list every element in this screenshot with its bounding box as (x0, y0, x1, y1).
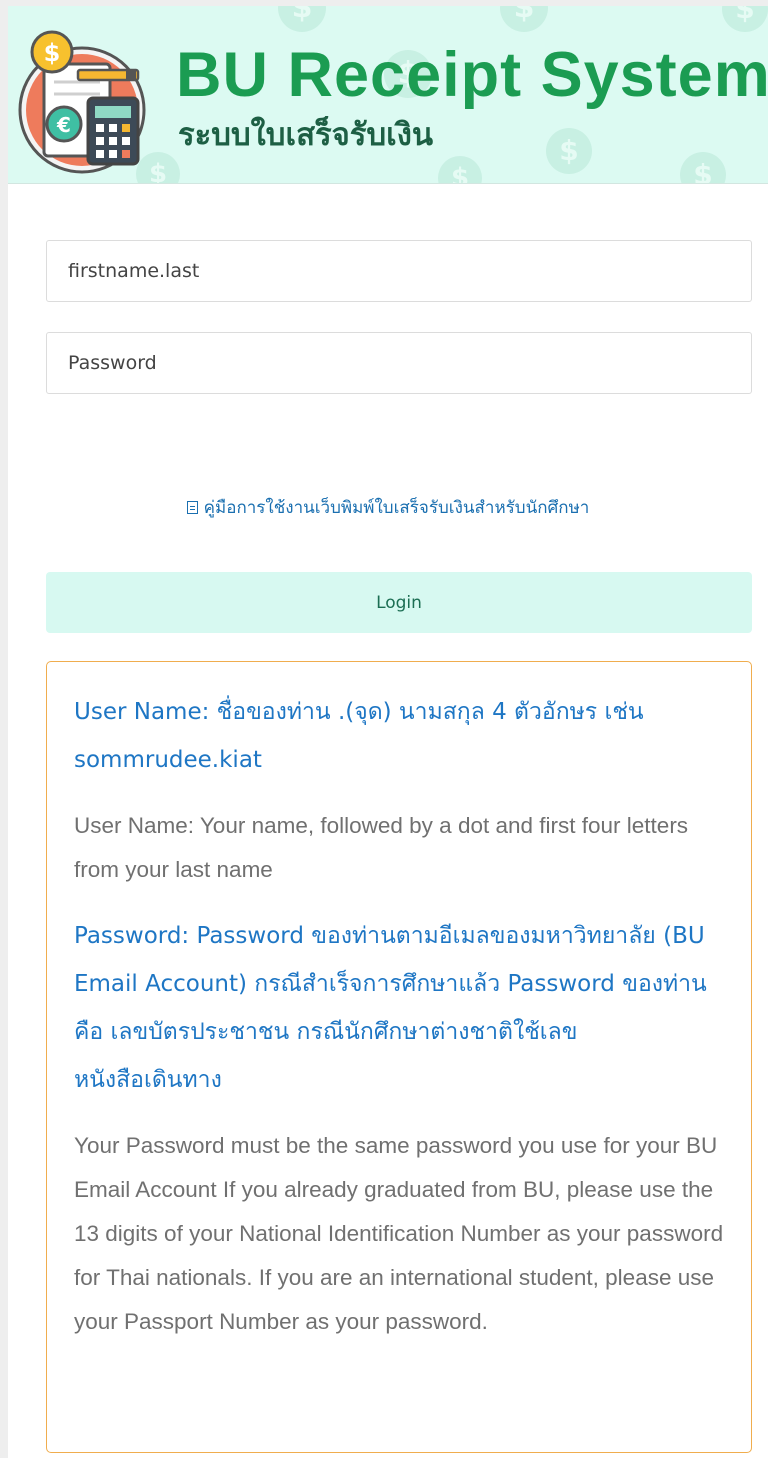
user-manual-link-label: คู่มือการใช้งานเว็บพิมพ์ใบเสร็จรับเงินสำ… (203, 498, 590, 518)
coin-pattern-icon: $ (680, 152, 726, 183)
user-manual-link[interactable]: คู่มือการใช้งานเว็บพิมพ์ใบเสร็จรับเงินสำ… (8, 494, 768, 521)
svg-text:$: $ (44, 39, 61, 67)
coin-pattern-icon: $ (546, 128, 592, 174)
svg-text:€: € (56, 113, 71, 137)
file-icon (186, 501, 198, 514)
password-input[interactable] (46, 332, 752, 394)
coin-pattern-icon: $ (722, 6, 768, 32)
app-title: BU Receipt System (176, 40, 768, 110)
login-button[interactable]: Login (46, 572, 752, 633)
coin-pattern-icon: $ (278, 6, 326, 32)
header-banner: $ $ $ $ $ $ $ $ $ € BU Receipt System ระ… (8, 6, 768, 184)
username-instructions-thai: User Name: ชื่อของท่าน .(จุด) นามสกุล 4 … (74, 699, 644, 773)
login-instructions-box: User Name: ชื่อของท่าน .(จุด) นามสกุล 4 … (46, 661, 752, 1453)
coin-pattern-icon: $ (500, 6, 548, 32)
password-instructions-english: Your Password must be the same password … (74, 1133, 724, 1334)
password-instructions-thai: Password: Password ของท่านตามอีเมลของมหา… (74, 923, 707, 1093)
login-page: $ $ $ $ $ $ $ $ $ € BU Receipt System ระ… (8, 6, 768, 1458)
app-subtitle: ระบบใบเสร็จรับเงิน (178, 117, 434, 153)
username-input[interactable] (46, 240, 752, 302)
receipt-calculator-logo-icon: $ € (18, 30, 146, 174)
username-instructions-english: User Name: Your name, followed by a dot … (74, 813, 689, 882)
coin-pattern-icon: $ (438, 156, 482, 183)
